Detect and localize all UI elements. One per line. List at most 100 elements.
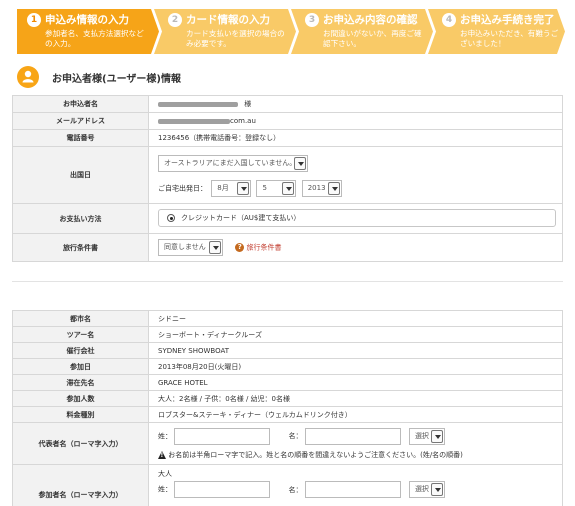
year-select[interactable]: 2013	[301, 179, 342, 197]
step-2-number: 2	[168, 13, 182, 27]
city-label: 都市名	[12, 310, 149, 327]
entry-status-value: オーストラリアにまだ入国していません。	[164, 158, 297, 167]
warning-icon	[158, 450, 166, 459]
company-label: 催行会社	[12, 342, 149, 359]
step-1-number: 1	[27, 13, 41, 27]
table-row: 催行会社 SYDNEY SHOWBOAT	[12, 342, 563, 359]
masked-name	[158, 101, 238, 107]
hotel-label: 滞在先名	[12, 374, 149, 391]
step-1-desc: 参加者名、支払方法選択などの入力。	[45, 29, 144, 48]
company-value: SYDNEY SHOWBOAT	[148, 342, 563, 359]
step-4-number: 4	[442, 13, 456, 27]
home-date-label: ご自宅出発日：	[158, 184, 207, 192]
chevron-down-icon	[430, 429, 443, 443]
entry-status-select[interactable]: オーストラリアにまだ入国していません。	[158, 154, 308, 172]
rep-title-select[interactable]: 選択	[408, 427, 445, 445]
adult-label: 大人	[158, 470, 172, 478]
rep-surname-input[interactable]	[174, 427, 271, 445]
table-row: 都市名 シドニー	[12, 310, 563, 327]
table-row: メールアドレス com.au	[12, 112, 563, 130]
table-row: 滞在先名 GRACE HOTEL	[12, 374, 563, 391]
participant-title-value: 選択	[414, 485, 429, 493]
table-row: 料金種別 ロブスター&ステーキ・ディナー（ウェルカムドリンク付き）	[12, 406, 563, 423]
user-icon	[17, 66, 39, 88]
participant-title-select[interactable]: 選択	[408, 481, 445, 498]
rep-given-name-input[interactable]	[304, 427, 401, 445]
phone-value: 1236456（携帯電話番号：登録なし）	[148, 129, 563, 147]
chevron-down-icon	[327, 181, 340, 195]
table-row: 旅行条件書 同意しません ? 旅行条件書	[12, 233, 563, 262]
payment-option[interactable]: クレジットカード（AU$建て支払い）	[158, 209, 556, 227]
step-2-desc: カード支払いを選択の場合のみ必要です。	[186, 29, 285, 48]
email-value: com.au	[148, 112, 563, 130]
step-3-title: お申込み内容の確認	[323, 14, 418, 26]
chevron-down-icon	[294, 156, 306, 170]
section-divider	[12, 281, 563, 282]
fare-value: ロブスター&ステーキ・ディナー（ウェルカムドリンク付き）	[148, 406, 563, 423]
table-row: 参加日 2013年08月20日(火曜日)	[12, 358, 563, 375]
payment-label: お支払い方法	[12, 203, 149, 234]
tour-table: 都市名 シドニー ツアー名 ショーボート・ディナークルーズ 催行会社 SYDNE…	[12, 310, 563, 506]
representative-label: 代表者名（ローマ字入力）	[12, 422, 149, 465]
name-label: お申込者名	[12, 95, 149, 113]
applicant-table: お申込者名 様 メールアドレス com.au 電話番号 1236456（携帯電話…	[12, 95, 563, 262]
people-label: 参加人数	[12, 390, 149, 407]
table-row: ツアー名 ショーボート・ディナークルーズ	[12, 326, 563, 343]
terms-value: 同意しません ? 旅行条件書	[148, 233, 563, 262]
month-value: 8月	[217, 183, 229, 192]
name-value: 様	[148, 95, 563, 113]
participant-given-name-input[interactable]	[304, 481, 401, 498]
step-2-title: カード情報の入力	[186, 14, 270, 26]
day-select[interactable]: 5	[256, 179, 297, 197]
chevron-down-icon	[237, 181, 250, 195]
table-row: 出国日 オーストラリアにまだ入国していません。 ご自宅出発日： 8月 5 201…	[12, 146, 563, 204]
table-row: お支払い方法 クレジットカード（AU$建て支払い）	[12, 203, 563, 234]
month-select[interactable]: 8月	[211, 179, 252, 197]
email-label: メールアドレス	[12, 112, 149, 130]
departure-date-label: 出国日	[12, 146, 149, 204]
email-domain: com.au	[230, 117, 256, 125]
payment-radio[interactable]	[167, 214, 175, 222]
participant-label: 参加者名（ローマ字入力）	[12, 464, 149, 506]
section-title: お申込者様(ユーザー様)情報	[52, 74, 181, 85]
chevron-down-icon	[430, 483, 443, 496]
name-warning: お名前は半角ローマ字で記入。姓と名の順番を間違えないようご注意ください。(姓/名…	[168, 450, 463, 459]
tour-label: ツアー名	[12, 326, 149, 343]
table-row: 電話番号 1236456（携帯電話番号：登録なし）	[12, 129, 563, 147]
name-suffix: 様	[244, 100, 252, 108]
chevron-down-icon	[282, 181, 295, 195]
participant-surname-input[interactable]	[174, 481, 271, 498]
step-3-number: 3	[305, 13, 319, 27]
year-value: 2013	[307, 183, 326, 192]
given-name-label: 名：	[288, 432, 303, 440]
hotel-value: GRACE HOTEL	[148, 374, 563, 391]
payment-value: クレジットカード（AU$建て支払い）	[148, 203, 563, 234]
terms-agree-select[interactable]: 同意しません	[158, 239, 223, 256]
step-1-title: 申込み情報の入力	[45, 14, 129, 26]
terms-link[interactable]: 旅行条件書	[246, 244, 281, 252]
table-row: 代表者名（ローマ字入力） 姓： 名： 選択 お名前は半角ローマ字で記入。姓と名の…	[12, 422, 563, 465]
table-row: 参加者名（ローマ字入力） 大人 姓： 名： 選択	[12, 464, 563, 506]
representative-value: 姓： 名： 選択 お名前は半角ローマ字で記入。姓と名の順番を間違えないようご注意…	[148, 422, 563, 465]
table-row: 参加人数 大人：2名様 / 子供：0名様 / 幼児：0名様	[12, 390, 563, 407]
step-4-desc: お申込みいただき、有難うございました！	[460, 29, 559, 48]
table-row: お申込者名 様	[12, 95, 563, 113]
payment-option-label: クレジットカード（AU$建て支払い）	[181, 214, 301, 222]
terms-agree-value: 同意しません	[164, 243, 206, 251]
day-value: 5	[262, 183, 267, 192]
fare-label: 料金種別	[12, 406, 149, 423]
participation-date-value: 2013年08月20日(火曜日)	[148, 358, 563, 375]
phone-label: 電話番号	[12, 129, 149, 147]
surname-label: 姓：	[158, 432, 172, 440]
step-3-desc: お間違いがないか、再度ご確認下さい。	[323, 29, 422, 48]
progress-steps: 1 申込み情報の入力 参加者名、支払方法選択などの入力。 2 カード情報の入力 …	[17, 9, 565, 54]
rep-title-value: 選択	[414, 431, 429, 440]
participation-date-label: 参加日	[12, 358, 149, 375]
departure-date-value: オーストラリアにまだ入国していません。 ご自宅出発日： 8月 5 2013	[148, 146, 563, 204]
tour-value: ショーボート・ディナークルーズ	[148, 326, 563, 343]
terms-label: 旅行条件書	[12, 233, 149, 262]
surname-label: 姓：	[158, 485, 172, 494]
chevron-down-icon	[209, 241, 221, 254]
masked-email	[158, 118, 230, 124]
people-value: 大人：2名様 / 子供：0名様 / 幼児：0名様	[148, 390, 563, 407]
